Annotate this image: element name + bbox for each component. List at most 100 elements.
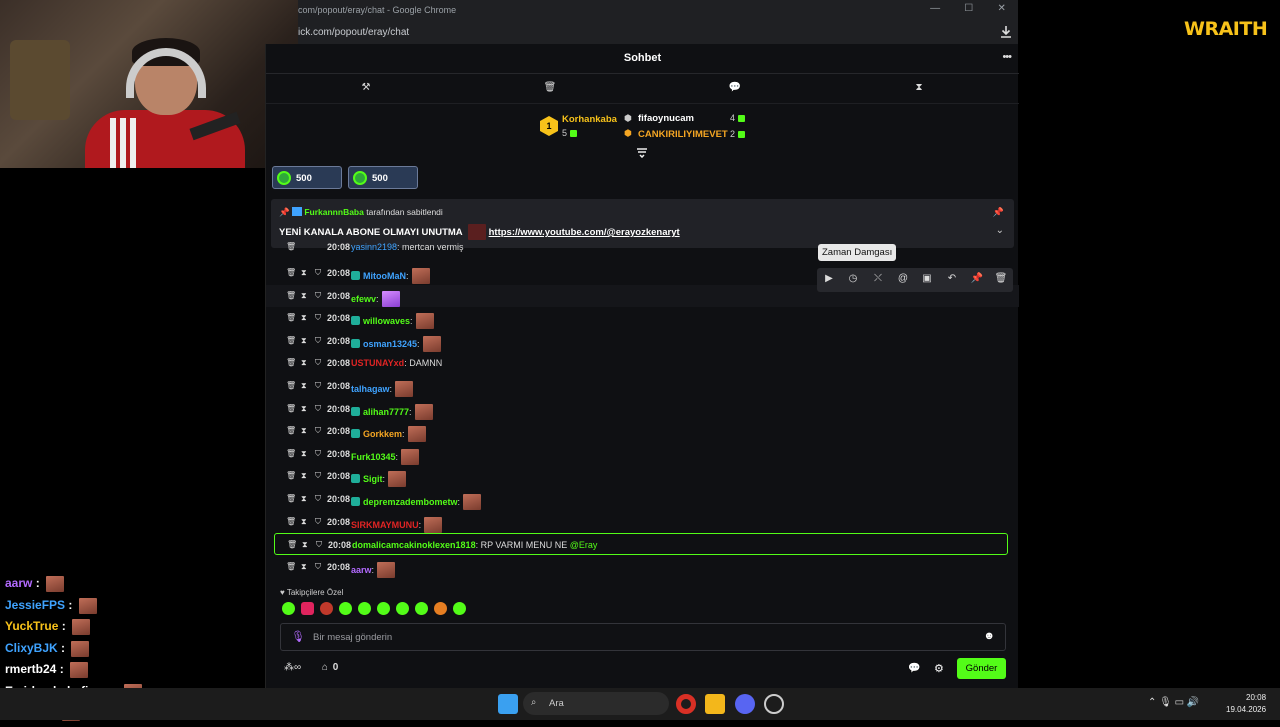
ban-icon[interactable]: ⛉ — [315, 336, 321, 346]
gear-icon[interactable]: ⚙ — [934, 662, 944, 675]
message-username[interactable]: osman13245 — [363, 339, 417, 349]
delete-message-icon[interactable]: 🗑 — [286, 517, 296, 526]
timeout-icon[interactable]: ⧗ — [301, 404, 307, 414]
chat-message-row[interactable]: 🗑 ⧗ ⛉ 20:08 osman13245: — [266, 330, 1019, 352]
timeout-icon[interactable]: ⧗ — [301, 336, 307, 346]
message-username[interactable]: Furk10345 — [351, 452, 396, 462]
timeout-icon[interactable]: ⧗ — [301, 449, 307, 459]
chrome-icon[interactable] — [676, 694, 696, 714]
chat-message-row[interactable]: 🗑 ⧗ ⛉ 20:08 willowaves: — [266, 307, 1019, 330]
expand-leaderboard-icon[interactable] — [636, 148, 648, 158]
message-username[interactable]: Sigit — [363, 474, 383, 484]
taskbar-search[interactable]: ⌕ Ara — [523, 692, 669, 715]
delete-message-icon[interactable]: 🗑 — [286, 358, 296, 367]
emote-button[interactable] — [453, 602, 466, 615]
pinned-link[interactable]: https://www.youtube.com/@erayozkenaryt — [489, 227, 680, 238]
emote-button[interactable] — [415, 602, 428, 615]
delete-message-icon[interactable]: 🗑 — [286, 426, 296, 435]
delete-message-icon[interactable]: 🗑 — [286, 268, 296, 277]
store-icon[interactable]: ⌂ — [322, 662, 328, 673]
chat-message-row[interactable]: 🗑 ⧗ ⛉ 20:08 Furk10345: — [266, 443, 1019, 465]
folder-icon[interactable] — [705, 694, 725, 714]
unpin-icon[interactable]: 📌 — [993, 207, 1004, 218]
delete-message-icon[interactable]: 🗑 — [287, 540, 297, 549]
channel-points-pill[interactable]: 500 — [348, 166, 418, 189]
address-bar[interactable]: ick.com/popout/eray/chat — [298, 22, 1018, 44]
chat-message-row[interactable]: 🗑 ⧗ ⛉ 20:08 USTUNAYxd: DAMNN — [266, 352, 1019, 374]
ban-icon[interactable]: ⛉ — [315, 471, 321, 481]
chat-message-row[interactable]: 🗑 ⧗ ⛉ 20:08 alihan7777: — [266, 398, 1019, 420]
emote-button[interactable] — [339, 602, 352, 615]
timeout-icon[interactable]: ⧗ — [301, 358, 307, 368]
close-icon[interactable]: ✕ — [997, 3, 1005, 14]
delete-message-icon[interactable]: 🗑 — [286, 381, 296, 390]
at-icon[interactable]: @ — [896, 273, 910, 284]
delete-message-icon[interactable]: 🗑 — [286, 404, 296, 413]
timeout-icon[interactable]: ⧗ — [301, 291, 307, 301]
chat-message-row[interactable]: 🗑 ⧗ ⛉ 20:08 Sigit: — [266, 465, 1019, 488]
chat-message-row[interactable]: 🗑 ⧗ ⛉ 20:08 talhagaw: — [266, 375, 1019, 397]
chat-message-row[interactable]: 🗑 ⧗ ⛉ 20:08 aarw: — [266, 556, 1019, 578]
message-username[interactable]: willowaves — [363, 316, 410, 326]
trash-icon[interactable]: 🗑 — [543, 82, 557, 96]
play-icon[interactable]: ▶ — [822, 273, 836, 284]
clock-icon[interactable]: ◷ — [846, 273, 860, 284]
emote-button[interactable] — [434, 602, 447, 615]
ban-icon[interactable]: ⛉ — [315, 517, 321, 527]
delete-message-icon[interactable]: 🗑 — [286, 494, 296, 503]
reply-icon[interactable]: ↶ — [945, 273, 959, 284]
clock[interactable]: 20:08 19.04.2026 — [1226, 692, 1266, 716]
timeout-icon[interactable]: ⧗ — [302, 540, 308, 550]
app-icon[interactable] — [764, 694, 784, 714]
discord-icon[interactable] — [735, 694, 755, 714]
minimize-icon[interactable]: — — [930, 3, 940, 14]
message-username[interactable]: domalicamcakinoklexen1818 — [352, 540, 476, 550]
delete-message-icon[interactable]: 🗑 — [286, 291, 296, 300]
ban-icon[interactable]: ⛉ — [315, 268, 321, 278]
send-button[interactable]: Gönder — [957, 658, 1006, 679]
ban-icon[interactable]: ⛉ — [316, 540, 322, 550]
message-username[interactable]: aarw — [351, 565, 372, 575]
hourglass-icon[interactable]: ⧗ — [912, 82, 926, 96]
start-icon[interactable] — [498, 694, 518, 714]
ban-icon[interactable]: ⛉ — [315, 404, 321, 414]
delete-icon[interactable]: 🗑 — [994, 273, 1008, 284]
message-input[interactable] — [313, 630, 963, 644]
delete-message-icon[interactable]: 🗑 — [286, 471, 296, 480]
message-username[interactable]: talhagaw — [351, 384, 390, 394]
timeout-icon[interactable]: ⧗ — [301, 517, 307, 527]
channel-points-pill[interactable]: 500 — [272, 166, 342, 189]
mic-icon[interactable]: 🎙 — [291, 630, 305, 643]
emoji-picker-icon[interactable]: ☻ — [983, 630, 995, 642]
chat-settings-bubble-icon[interactable]: 💬 — [908, 663, 920, 674]
delete-message-icon[interactable]: 🗑 — [286, 562, 296, 571]
message-username[interactable]: MitooMaN — [363, 271, 406, 281]
timeout-icon[interactable]: ⧗ — [301, 494, 307, 504]
more-options-icon[interactable]: ••• — [1002, 51, 1012, 63]
message-username[interactable]: USTUNAYxd — [351, 358, 404, 368]
emote-button[interactable] — [282, 602, 295, 615]
download-icon[interactable] — [1000, 25, 1012, 39]
chat-bubble-icon[interactable]: 💬 — [728, 82, 742, 96]
message-username[interactable]: efewv — [351, 294, 376, 304]
ban-icon[interactable]: ⛉ — [315, 494, 321, 504]
timeout-icon[interactable]: ⧗ — [301, 268, 307, 278]
message-username[interactable]: alihan7777 — [363, 407, 409, 417]
chat-message-row[interactable]: 🗑 ⧗ ⛉ 20:08 domalicamcakinoklexen1818: RP VA… — [274, 533, 1008, 556]
emote-button[interactable] — [320, 602, 333, 615]
chat-message-row[interactable]: 🗑 ⧗ ⛉ 20:08 Gorkkem: — [266, 420, 1019, 443]
ban-icon[interactable]: ⛉ — [315, 358, 321, 368]
delete-message-icon[interactable]: 🗑 — [286, 313, 296, 322]
ban-icon[interactable]: ⛉ — [315, 313, 321, 323]
mention[interactable]: @Eray — [570, 540, 598, 550]
chat-message-row[interactable]: 🗑 ⧗ ⛉ 20:08 depremzadembometw: — [266, 488, 1019, 510]
timeout-icon[interactable]: ⧗ — [301, 381, 307, 391]
chevron-down-icon[interactable]: ⌄ — [996, 225, 1004, 236]
delete-message-icon[interactable]: 🗑 — [286, 336, 296, 345]
ban-icon[interactable]: ⛉ — [315, 562, 321, 572]
chat-message-row[interactable]: 🗑 ⧗ ⛉ 20:08 SIRKMAYMUNU: — [266, 511, 1019, 533]
timeout-icon[interactable]: ⧗ — [301, 426, 307, 436]
ban-icon[interactable]: ⛉ — [315, 449, 321, 459]
gavel-icon[interactable]: ⚒ — [359, 82, 373, 96]
timeout-icon[interactable]: ⧗ — [301, 562, 307, 572]
